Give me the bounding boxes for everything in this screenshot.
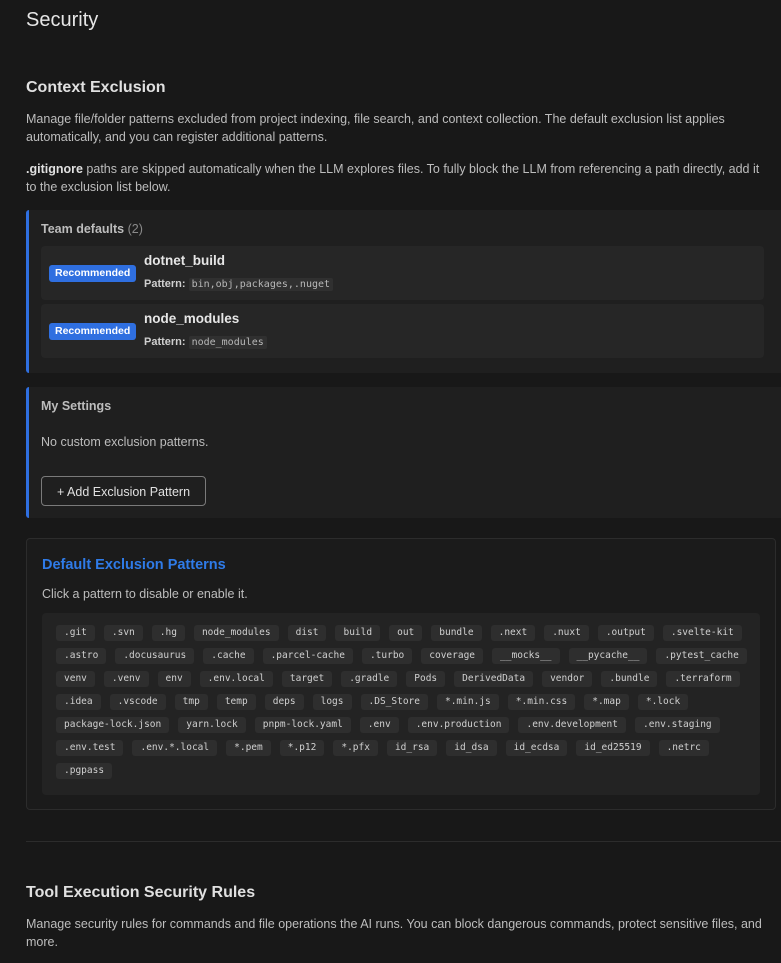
pattern-chip[interactable]: id_dsa — [446, 740, 497, 756]
pattern-chip[interactable]: .cache — [203, 648, 254, 664]
pattern-chip[interactable]: package-lock.json — [56, 717, 170, 733]
pattern-chip[interactable]: .env.development — [518, 717, 626, 733]
default-item-pattern: Pattern: node_modules — [144, 336, 267, 349]
pattern-chip[interactable]: .env — [359, 717, 399, 733]
default-item-node-modules[interactable]: Recommended node_modules Pattern: node_mo… — [41, 304, 764, 358]
pattern-chip[interactable]: .astro — [56, 648, 107, 664]
pattern-chip[interactable]: .parcel-cache — [262, 648, 353, 664]
pattern-chip[interactable]: .DS_Store — [360, 694, 428, 710]
gitignore-note-text: paths are skipped automatically when the… — [26, 162, 760, 194]
pattern-chip[interactable]: coverage — [421, 648, 484, 664]
pattern-chip[interactable]: .terraform — [666, 671, 740, 687]
pattern-chip[interactable]: .hg — [151, 625, 185, 641]
pattern-value: node_modules — [188, 336, 267, 349]
pattern-chip[interactable]: .svelte-kit — [662, 625, 742, 641]
pattern-chip[interactable]: .env.production — [407, 717, 510, 733]
pattern-chip[interactable]: *.p12 — [279, 740, 325, 756]
pattern-chip[interactable]: id_rsa — [386, 740, 438, 756]
pattern-chip[interactable]: .docusaurus — [115, 648, 195, 664]
no-custom-patterns-text: No custom exclusion patterns. — [41, 435, 209, 449]
pattern-chip[interactable]: *.min.js — [436, 694, 499, 710]
my-settings-header: My Settings — [41, 399, 112, 413]
pattern-chip[interactable]: .vscode — [109, 694, 166, 710]
pattern-chip[interactable]: .gradle — [341, 671, 398, 687]
default-item-pattern: Pattern: bin,obj,packages,.nuget — [144, 278, 334, 291]
pattern-chip[interactable]: .venv — [103, 671, 149, 687]
gitignore-keyword: .gitignore — [26, 162, 83, 176]
pattern-chip[interactable]: .git — [56, 625, 95, 641]
team-defaults-count: (2) — [127, 222, 143, 236]
pattern-chip[interactable]: tmp — [174, 694, 208, 710]
gitignore-note: .gitignore paths are skipped automatical… — [26, 160, 766, 196]
my-settings-panel: My Settings No custom exclusion patterns… — [26, 387, 781, 518]
pattern-chip[interactable]: id_ed25519 — [576, 740, 650, 756]
pattern-chip[interactable]: .bundle — [601, 671, 658, 687]
pattern-chip[interactable]: *.map — [584, 694, 629, 710]
pattern-chip[interactable]: pnpm-lock.yaml — [254, 717, 351, 733]
tool-execution-rules-title: Tool Execution Security Rules — [26, 884, 256, 901]
pattern-chip[interactable]: .svn — [103, 625, 143, 641]
pattern-chip[interactable]: __pycache__ — [568, 648, 648, 664]
pattern-chip[interactable]: .pgpass — [56, 763, 113, 779]
pattern-chip[interactable]: DerivedData — [454, 671, 534, 687]
pattern-chip[interactable]: out — [389, 625, 423, 641]
pattern-chip[interactable]: env — [157, 671, 191, 687]
pattern-chip[interactable]: deps — [264, 694, 304, 710]
pattern-label: Pattern: — [144, 336, 186, 348]
pattern-chip-area: .git .svn .hg node_modules dist build out bundl… — [42, 613, 760, 795]
pattern-chip[interactable]: id_ecdsa — [505, 740, 568, 756]
pattern-chip[interactable]: __mocks__ — [492, 648, 560, 664]
pattern-chip[interactable]: dist — [287, 625, 327, 641]
pattern-chip[interactable]: yarn.lock — [178, 717, 246, 733]
pattern-chip[interactable]: .env.local — [199, 671, 273, 687]
team-defaults-label: Team defaults — [41, 222, 125, 236]
default-exclusion-patterns-title: Default Exclusion Patterns — [42, 557, 226, 573]
pattern-chip[interactable]: .env.test — [56, 740, 124, 756]
pattern-chip[interactable]: .env.staging — [635, 717, 720, 733]
pattern-chip[interactable]: .netrc — [658, 740, 709, 756]
pattern-chip[interactable]: .output — [597, 625, 654, 641]
pattern-chip[interactable]: *.min.css — [507, 694, 576, 710]
pattern-chip[interactable]: node_modules — [193, 625, 279, 641]
page-title: Security — [26, 9, 99, 31]
recommended-badge: Recommended — [49, 265, 137, 282]
pattern-chip[interactable]: .turbo — [361, 648, 413, 664]
default-exclusion-patterns-box: Default Exclusion Patterns Click a patte… — [26, 538, 776, 810]
pattern-chip[interactable]: *.pfx — [333, 740, 378, 756]
pattern-chip[interactable]: temp — [216, 694, 256, 710]
pattern-chip[interactable]: .pytest_cache — [656, 648, 747, 664]
default-item-name: node_modules — [144, 311, 240, 326]
pattern-chip[interactable]: .next — [490, 625, 536, 641]
pattern-chip[interactable]: build — [335, 625, 381, 641]
default-item-dotnet-build[interactable]: Recommended dotnet_build Pattern: bin,obj… — [41, 246, 764, 300]
default-exclusion-patterns-description: Click a pattern to disable or enable it. — [42, 587, 248, 601]
pattern-chip[interactable]: *.pem — [226, 740, 271, 756]
context-exclusion-description: Manage file/folder patterns excluded fro… — [26, 112, 725, 144]
pattern-label: Pattern: — [144, 278, 186, 290]
pattern-chip[interactable]: venv — [56, 671, 95, 687]
pattern-chip[interactable]: vendor — [542, 671, 593, 687]
pattern-chip[interactable]: .idea — [56, 694, 101, 710]
pattern-chip[interactable]: bundle — [431, 625, 482, 641]
add-exclusion-pattern-button[interactable]: + Add Exclusion Pattern — [41, 476, 206, 506]
pattern-chip[interactable]: .env.*.local — [132, 740, 218, 756]
pattern-chip[interactable]: Pods — [406, 671, 446, 687]
context-exclusion-title: Context Exclusion — [26, 79, 166, 96]
pattern-chip-list: .git .svn .hg node_modules dist build out bundl… — [56, 625, 748, 779]
pattern-chip[interactable]: target — [281, 671, 333, 687]
team-defaults-panel: Team defaults (2) Recommended dotnet_bui… — [26, 210, 781, 373]
recommended-badge: Recommended — [49, 323, 137, 340]
default-item-name: dotnet_build — [144, 253, 225, 268]
pattern-chip[interactable]: logs — [312, 694, 352, 710]
pattern-chip[interactable]: .nuxt — [544, 625, 589, 641]
section-divider — [26, 841, 781, 842]
tool-execution-rules-description: Manage security rules for commands and f… — [26, 917, 762, 949]
pattern-value: bin,obj,packages,.nuget — [188, 278, 334, 291]
team-defaults-header: Team defaults (2) — [41, 222, 143, 236]
pattern-chip[interactable]: *.lock — [637, 694, 689, 710]
